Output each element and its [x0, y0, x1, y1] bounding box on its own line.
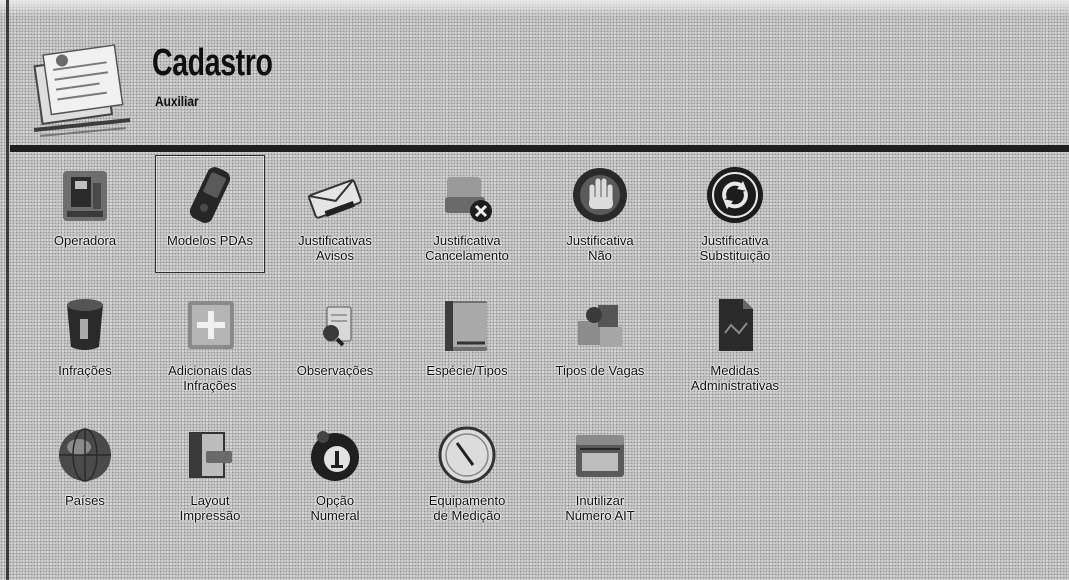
tile-label: Equipamento de Medição [428, 493, 506, 523]
numeral-badge-icon [303, 423, 367, 487]
tile-label: Justificativa Substituição [699, 233, 771, 263]
operator-building-icon [53, 163, 117, 227]
tile-layout-impressao[interactable]: Layout Impressão [145, 423, 275, 523]
tile-justificativas-avisos[interactable]: Justificativas Avisos [270, 163, 400, 263]
tile-adicionais-das-infracoes[interactable]: Adicionais das Infrações [145, 293, 275, 393]
tile-justificativa-cancelamento[interactable]: Justificativa Cancelamento [402, 163, 532, 263]
add-map-icon [178, 293, 242, 357]
pda-device-icon [178, 163, 242, 227]
tile-medidas-administrativas[interactable]: Medidas Administrativas [670, 293, 800, 393]
window-left-border [6, 0, 9, 580]
tile-label: Justificativas Avisos [298, 233, 372, 263]
cancel-document-icon [435, 163, 499, 227]
tile-modelos-pdas[interactable]: Modelos PDAs [145, 155, 275, 273]
tile-equipamento-de-medicao[interactable]: Equipamento de Medição [402, 423, 532, 523]
refresh-circle-icon [703, 163, 767, 227]
stop-hand-icon [568, 163, 632, 227]
tile-label: Justificativa Cancelamento [425, 233, 509, 263]
tile-label: Layout Impressão [179, 493, 241, 523]
tile-observacoes[interactable]: Observações [270, 293, 400, 378]
archive-box-icon [568, 423, 632, 487]
observation-search-icon [303, 293, 367, 357]
gauge-icon [435, 423, 499, 487]
header-divider [10, 145, 1069, 152]
top-edge [0, 0, 1069, 16]
tile-label: Tipos de Vagas [555, 363, 645, 378]
parking-spaces-icon [568, 293, 632, 357]
tile-label: Infrações [58, 363, 112, 378]
page-subtitle: Auxiliar [155, 93, 199, 109]
tile-label: Inutilizar Número AIT [565, 493, 635, 523]
tile-label: Adicionais das Infrações [168, 363, 252, 393]
page-title: Cadastro [152, 42, 273, 84]
tile-infracoes[interactable]: Infrações [20, 293, 150, 378]
register-document-icon [26, 36, 138, 142]
tile-paises[interactable]: Países [20, 423, 150, 508]
tile-operadora[interactable]: Operadora [20, 163, 150, 248]
tile-especie-tipos[interactable]: Espécie/Tipos [402, 293, 532, 378]
tile-label: Medidas Administrativas [690, 363, 780, 393]
tile-justificativa-substituicao[interactable]: Justificativa Substituição [670, 163, 800, 263]
tile-justificativa-nao[interactable]: Justificativa Não [535, 163, 665, 263]
tile-inutilizar-numero-ait[interactable]: Inutilizar Número AIT [535, 423, 665, 523]
notice-envelope-icon [303, 163, 367, 227]
tile-label: Justificativa Não [566, 233, 634, 263]
tile-label: Observações [296, 363, 374, 378]
tile-label: Opção Numeral [310, 493, 360, 523]
species-book-icon [435, 293, 499, 357]
tile-tipos-de-vagas[interactable]: Tipos de Vagas [535, 293, 665, 378]
globe-icon [53, 423, 117, 487]
tile-label: Países [65, 493, 105, 508]
infraction-cup-icon [53, 293, 117, 357]
tile-label: Operadora [53, 233, 117, 248]
tile-label: Modelos PDAs [167, 233, 253, 248]
print-layout-icon [178, 423, 242, 487]
administrative-document-icon [703, 293, 767, 357]
tile-label: Espécie/Tipos [426, 363, 508, 378]
tile-opcao-numeral[interactable]: Opção Numeral [270, 423, 400, 523]
